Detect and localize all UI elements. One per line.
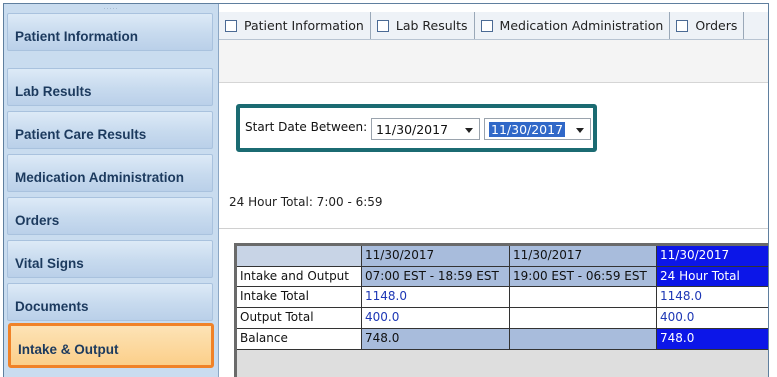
column-time-header: 07:00 EST - 18:59 EST <box>362 267 510 287</box>
sidebar-nav: ..... Patient Information Lab Results Pa… <box>4 4 219 377</box>
row-label-output-total: Output Total <box>237 308 362 329</box>
tab-lab-results[interactable]: Lab Results <box>371 12 475 39</box>
checkbox-icon <box>676 19 689 32</box>
column-date-header: 11/30/2017 <box>362 246 510 267</box>
date-filter-panel: Start Date Between: 11/30/2017 11/30/201… <box>236 104 597 152</box>
tab-patient-information[interactable]: Patient Information <box>219 12 371 39</box>
row-header-intake-output: Intake and Output <box>237 267 362 287</box>
end-date-select[interactable]: 11/30/2017 <box>484 118 591 140</box>
table-cell[interactable] <box>510 308 657 329</box>
table-cell[interactable] <box>510 287 657 308</box>
dropdown-arrow-icon[interactable] <box>465 128 473 133</box>
intake-output-grid: 11/30/2017 11/30/2017 11/30/2017 Intake … <box>234 243 768 377</box>
sidebar-grip[interactable]: ..... <box>4 4 218 11</box>
table-cell[interactable]: 1148.0 <box>362 287 510 308</box>
grid-corner <box>237 246 362 267</box>
table-cell[interactable]: 748.0 <box>362 329 510 350</box>
checkbox-icon <box>480 19 493 32</box>
sidebar-item-vital-signs[interactable]: Vital Signs <box>7 240 213 278</box>
tab-medication-administration[interactable]: Medication Administration <box>475 12 671 39</box>
main-panel: Patient Information Lab Results Medicati… <box>219 4 768 377</box>
column-date-header: 11/30/2017 <box>510 246 657 267</box>
start-date-value: 11/30/2017 <box>376 122 449 137</box>
column-time-header: 19:00 EST - 06:59 EST <box>510 267 657 287</box>
table-cell[interactable]: 400.0 <box>362 308 510 329</box>
checkbox-icon <box>376 19 389 32</box>
tab-orders[interactable]: Orders <box>670 12 745 39</box>
table-cell[interactable] <box>510 329 657 350</box>
sidebar-item-lab-results[interactable]: Lab Results <box>7 68 213 106</box>
sidebar-item-orders[interactable]: Orders <box>7 197 213 235</box>
toolbar-strip <box>219 40 768 83</box>
end-date-value: 11/30/2017 <box>489 122 566 137</box>
totals-caption: 24 Hour Total: 7:00 - 6:59 <box>229 195 383 209</box>
dropdown-arrow-icon[interactable] <box>576 128 584 133</box>
sidebar-item-documents[interactable]: Documents <box>7 283 213 321</box>
start-date-select[interactable]: 11/30/2017 <box>371 118 480 140</box>
app-window: ..... Patient Information Lab Results Pa… <box>3 3 769 377</box>
date-filter-label: Start Date Between: <box>245 120 368 134</box>
table-cell[interactable]: 400.0 <box>657 308 768 329</box>
divider <box>219 228 768 229</box>
table-cell[interactable]: 1148.0 <box>657 287 768 308</box>
checkbox-icon <box>225 19 237 32</box>
sidebar-item-patient-information[interactable]: Patient Information <box>7 13 213 51</box>
column-date-header: 11/30/2017 <box>657 246 768 267</box>
sidebar-item-intake-output[interactable]: Intake & Output <box>8 323 214 368</box>
tab-label: Orders <box>695 18 738 33</box>
tab-label: Medication Administration <box>499 18 664 33</box>
column-time-header: 24 Hour Total <box>657 267 768 287</box>
sidebar-item-patient-care-results[interactable]: Patient Care Results <box>7 111 213 149</box>
row-label-balance: Balance <box>237 329 362 350</box>
tab-bar: Patient Information Lab Results Medicati… <box>219 12 768 40</box>
row-label-intake-total: Intake Total <box>237 287 362 308</box>
tab-label: Patient Information <box>244 18 364 33</box>
tab-label: Lab Results <box>395 18 468 33</box>
sidebar-item-medication-administration[interactable]: Medication Administration <box>7 154 213 192</box>
table-cell[interactable]: 748.0 <box>657 329 768 350</box>
